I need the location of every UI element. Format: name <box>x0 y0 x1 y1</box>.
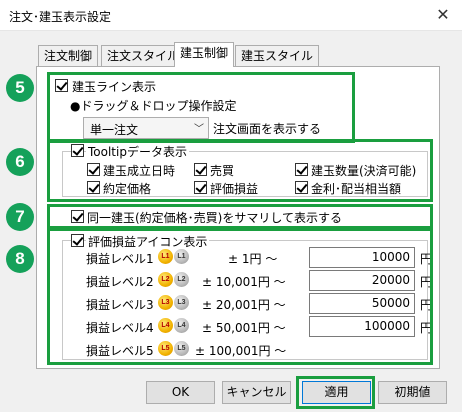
tooltip-group-label: Tooltipデータ表示 <box>86 143 189 160</box>
tab-label: 注文スタイル <box>107 49 180 63</box>
chevron-down-icon: ﹀ <box>194 124 204 135</box>
order-type-value: 単一注文 <box>90 123 139 137</box>
level-coin-silver-icon: L5 <box>174 341 189 356</box>
annotation-badge-8: 8 <box>6 245 34 273</box>
pnl-level-range: ± 1円 ～ <box>228 252 278 266</box>
pnl-icon-checkbox[interactable] <box>71 234 84 247</box>
pnl-level-name: 損益レベル5 <box>86 344 154 358</box>
tooltip-item-checkbox[interactable] <box>295 181 308 194</box>
pnl-level-unit: 円 <box>420 321 433 335</box>
tooltip-item-label: 建玉成立日時 <box>103 164 176 178</box>
level-coin-gold-icon: L2 <box>158 272 173 287</box>
tooltip-item-checkbox[interactable] <box>87 181 100 194</box>
title-bar: 注文･建玉表示設定 ✕ <box>0 0 462 31</box>
level-coin-gold-icon: L1 <box>158 249 173 264</box>
level-coin-gold-icon: L3 <box>158 295 173 310</box>
pnl-level-threshold-input[interactable]: 20000 <box>309 270 415 291</box>
cancel-button[interactable]: キャンセル <box>222 381 291 404</box>
tooltip-item-checkbox[interactable] <box>295 163 308 176</box>
close-icon[interactable]: ✕ <box>430 3 456 27</box>
window-title: 注文･建玉表示設定 <box>9 10 112 24</box>
reset-button[interactable]: 初期値 <box>378 381 447 404</box>
tooltip-item-label: 評価損益 <box>210 182 259 196</box>
level-coin-silver-icon: L4 <box>174 318 189 333</box>
annotation-badge-5: 5 <box>6 74 34 102</box>
drag-drop-label: ●ドラッグ＆ドロップ操作設定 <box>70 99 237 113</box>
tab-position-control[interactable]: 建玉制御 <box>174 42 235 67</box>
apply-button[interactable]: 適用 <box>302 381 371 404</box>
pnl-level-range: ± 100,001円 ～ <box>195 344 287 358</box>
level-coin-gold-icon: L4 <box>158 318 173 333</box>
pnl-level-range: ± 10,001円 ～ <box>202 275 286 289</box>
dialog-client: 注文制御 注文スタイル 建玉制御 建玉スタイル 5 建玉ライン表示 ●ドラッグ＆… <box>0 31 462 412</box>
pnl-level-range: ± 50,001円 ～ <box>202 321 286 335</box>
position-line-checkbox[interactable] <box>55 79 68 92</box>
pnl-level-name: 損益レベル2 <box>86 275 154 289</box>
annotation-badge-7: 7 <box>6 203 34 231</box>
tab-label: 注文制御 <box>44 49 93 63</box>
pnl-level-range: ± 20,001円 ～ <box>202 298 286 312</box>
tooltip-item-checkbox[interactable] <box>194 163 207 176</box>
tab-position-style[interactable]: 建玉スタイル <box>235 45 320 66</box>
pnl-level-unit: 円 <box>420 298 433 312</box>
position-line-label: 建玉ライン表示 <box>72 80 157 94</box>
pnl-level-threshold-input[interactable]: 50000 <box>309 293 415 314</box>
pnl-level-threshold-input[interactable]: 10000 <box>309 247 415 268</box>
order-type-select[interactable]: 単一注文 ﹀ <box>83 117 209 139</box>
tooltip-item-label: 金利･配当相当額 <box>311 182 402 196</box>
summary-checkbox[interactable] <box>71 210 84 223</box>
annotation-badge-6: 6 <box>6 148 34 176</box>
tab-label: 建玉スタイル <box>241 49 314 63</box>
tab-label: 建玉制御 <box>180 46 229 60</box>
tab-order-style[interactable]: 注文スタイル <box>101 45 186 66</box>
summary-label: 同一建玉(約定価格･売買)をサマリして表示する <box>87 211 343 225</box>
pnl-level-unit: 円 <box>420 252 433 266</box>
level-coin-gold-icon: L5 <box>158 341 173 356</box>
level-coin-silver-icon: L2 <box>174 272 189 287</box>
ok-button[interactable]: OK <box>146 381 215 404</box>
pnl-level-threshold-input[interactable]: 100000 <box>309 316 415 337</box>
tooltip-item-label: 約定価格 <box>103 182 152 196</box>
pnl-level-unit: 円 <box>420 275 433 289</box>
pnl-level-name: 損益レベル3 <box>86 298 154 312</box>
tooltip-item-label: 売買 <box>210 164 235 178</box>
pnl-level-name: 損益レベル1 <box>86 252 154 266</box>
pnl-level-name: 損益レベル4 <box>86 321 154 335</box>
pnl-group-label: 評価損益アイコン表示 <box>86 233 210 250</box>
level-coin-silver-icon: L1 <box>174 249 189 264</box>
tab-order-control[interactable]: 注文制御 <box>38 45 99 66</box>
tooltip-item-label: 建玉数量(決済可能) <box>311 164 417 178</box>
order-screen-label: 注文画面を表示する <box>213 122 322 136</box>
tooltip-item-checkbox[interactable] <box>87 163 100 176</box>
tooltip-item-checkbox[interactable] <box>194 181 207 194</box>
level-coin-silver-icon: L3 <box>174 295 189 310</box>
tooltip-checkbox[interactable] <box>71 144 84 157</box>
